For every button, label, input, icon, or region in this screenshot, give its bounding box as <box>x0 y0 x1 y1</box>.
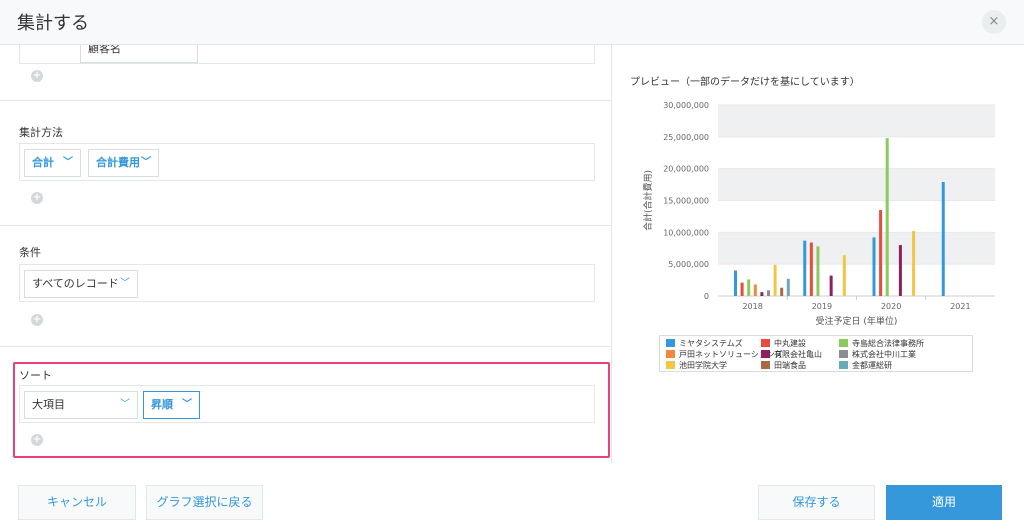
aggregation-func-dropdown[interactable]: 合計 ﹀ <box>24 149 81 177</box>
bar <box>753 284 757 296</box>
legend-label: 株式会社中川工業 <box>852 350 916 359</box>
bar <box>767 290 770 296</box>
bar <box>809 242 813 296</box>
bar <box>734 270 737 296</box>
legend-label: 中丸建設 <box>774 339 806 348</box>
chevron-down-icon: ﹀ <box>63 157 73 168</box>
bar <box>786 278 790 296</box>
bar <box>773 264 777 296</box>
legend-item[interactable]: 寺島総合法律事務所 <box>839 338 924 349</box>
legend-item[interactable]: 池田学院大学 <box>666 360 727 371</box>
legend-item[interactable]: 中丸建設 <box>761 338 806 349</box>
plot-band <box>718 264 995 296</box>
plot-band <box>718 168 995 201</box>
add-condition-icon[interactable]: + <box>31 314 43 326</box>
bar <box>879 210 883 296</box>
group-field-dropdown[interactable]: 顧客名 <box>80 45 198 63</box>
bar <box>912 231 916 296</box>
bar <box>829 275 833 296</box>
bar <box>941 182 945 296</box>
back-to-graph-select-button[interactable]: グラフ選択に戻る <box>146 485 263 520</box>
aggregation-field-dropdown[interactable]: 合計費用 ﹀ <box>88 149 159 177</box>
x-tick-label: 2018 <box>742 302 762 311</box>
legend-label: 有限会社亀山 <box>774 350 822 359</box>
cancel-button[interactable]: キャンセル <box>18 485 136 520</box>
chevron-down-icon: ﹀ <box>120 278 130 289</box>
plot-band <box>718 200 995 233</box>
x-tick-label: 2021 <box>950 302 970 311</box>
add-aggregation-icon[interactable]: + <box>31 192 43 204</box>
aggregate-dialog: 集計する × 顧客名 + 集計方法 合計 ﹀ 合計費用 ﹀ + 条件 すべてのレ… <box>0 0 1024 529</box>
y-tick-label: 20,000,000 <box>663 165 709 174</box>
legend-swatch <box>666 350 675 358</box>
aggregation-func-value: 合計 <box>32 156 54 169</box>
legend-swatch <box>761 361 770 369</box>
y-tick-label: 15,000,000 <box>663 197 709 206</box>
preview-title: プレビュー（一部のデータだけを基にしています） <box>630 77 860 88</box>
legend-swatch <box>666 361 675 369</box>
y-tick-label: 25,000,000 <box>663 133 709 142</box>
y-tick-label: 0 <box>704 292 709 301</box>
condition-value: すべてのレコード <box>32 277 119 290</box>
sort-highlight-frame <box>13 362 610 458</box>
legend-label: 寺島総合法律事務所 <box>852 339 924 348</box>
condition-section: 条件 すべてのレコード ﹀ + <box>0 226 611 347</box>
apply-button[interactable]: 適用 <box>886 485 1002 520</box>
plot-band <box>718 232 995 265</box>
condition-label: 条件 <box>19 246 41 259</box>
bar <box>898 245 902 296</box>
bar <box>872 237 876 296</box>
aggregation-row: 合計 ﹀ 合計費用 ﹀ <box>19 143 595 181</box>
x-tick-label: 2020 <box>881 302 901 311</box>
plot-band <box>718 105 995 137</box>
legend-swatch <box>839 350 848 358</box>
condition-dropdown[interactable]: すべてのレコード ﹀ <box>24 270 138 298</box>
x-tick-label: 2019 <box>812 302 832 311</box>
bar <box>816 246 820 296</box>
dialog-title: 集計する <box>17 13 89 34</box>
bar <box>885 138 889 296</box>
legend-label: 田端食品 <box>774 361 806 370</box>
bar <box>760 292 764 296</box>
chart-legend: ミヤタシステムズ 中丸建設 寺島総合法律事務所 戸田ネットソリューションズ 有限会社亀山… <box>659 335 973 372</box>
legend-item[interactable]: 田端食品 <box>761 360 806 371</box>
legend-swatch <box>761 350 770 358</box>
bar <box>740 282 744 296</box>
dialog-footer: キャンセル グラフ選択に戻る 保存する 適用 <box>0 478 1024 529</box>
dialog-header: 集計する × <box>0 0 1024 45</box>
condition-row: すべてのレコード ﹀ <box>19 264 595 302</box>
x-axis-label: 受注予定日 (年単位) <box>816 315 898 327</box>
save-button[interactable]: 保存する <box>758 485 875 520</box>
preview-bar-chart: 0 5,000,000 10,000,000 15,000,000 20,000,000… <box>642 101 995 327</box>
close-icon[interactable]: × <box>982 10 1006 34</box>
bar <box>747 279 751 296</box>
legend-swatch <box>839 339 848 347</box>
y-tick-label: 10,000,000 <box>663 228 709 237</box>
bar <box>842 255 846 296</box>
legend-item[interactable]: 株式会社中川工業 <box>839 349 916 360</box>
chevron-down-icon: ﹀ <box>141 157 151 168</box>
y-tick-label: 30,000,000 <box>663 101 709 110</box>
y-tick-label: 5,000,000 <box>668 260 709 269</box>
legend-label: ミヤタシステムズ <box>679 339 743 348</box>
bar <box>780 287 784 296</box>
plot-band <box>718 136 995 169</box>
legend-swatch <box>839 361 848 369</box>
legend-swatch <box>666 339 675 347</box>
group-row: 顧客名 <box>19 45 595 64</box>
legend-swatch <box>761 339 770 347</box>
y-axis-label: 合計(合計費用) <box>642 170 654 231</box>
aggregation-section: 集計方法 合計 ﹀ 合計費用 ﹀ + <box>0 101 611 226</box>
bar <box>803 240 807 296</box>
group-section: 顧客名 + <box>0 45 611 101</box>
legend-item[interactable]: 有限会社亀山 <box>761 349 822 360</box>
legend-item[interactable]: ミヤタシステムズ <box>666 338 743 349</box>
legend-item[interactable]: 金都運総研 <box>839 360 892 371</box>
aggregation-field-value: 合計費用 <box>96 156 140 169</box>
aggregation-label: 集計方法 <box>19 126 63 139</box>
add-group-icon[interactable]: + <box>31 70 43 82</box>
legend-label: 金都運総研 <box>852 361 892 370</box>
legend-label: 池田学院大学 <box>679 361 727 370</box>
